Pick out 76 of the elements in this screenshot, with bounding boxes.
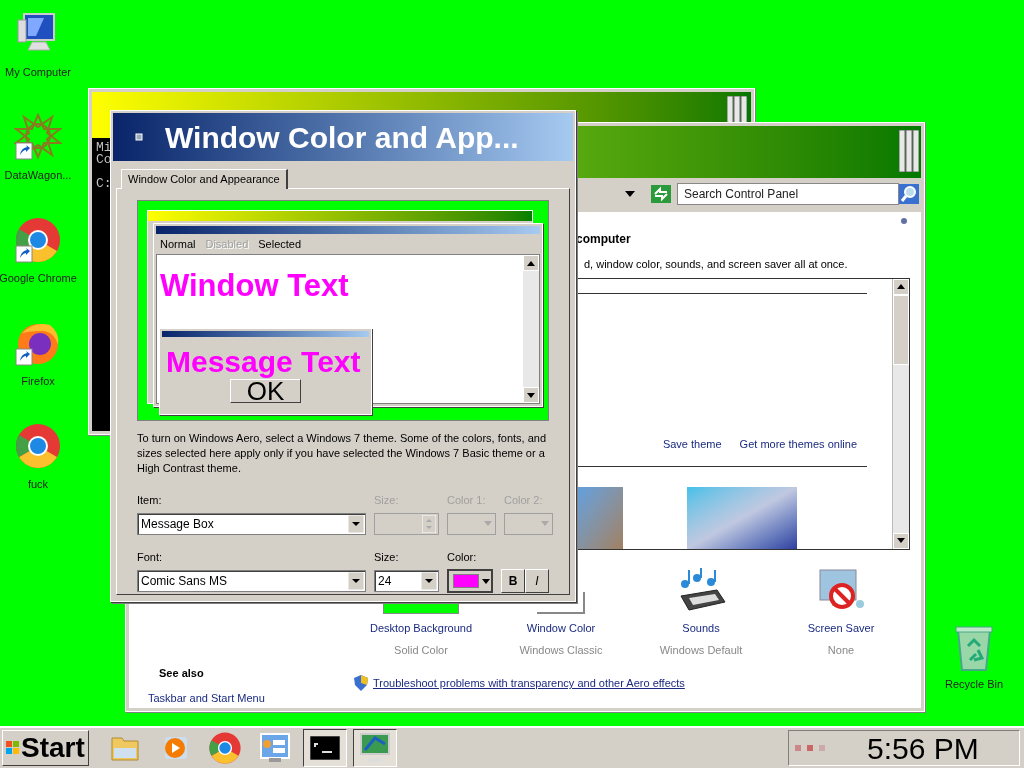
font-dropdown[interactable]: Comic Sans MS xyxy=(137,570,366,592)
page-description: d, window color, sounds, and screen saver all at once. xyxy=(584,257,849,272)
dropdown-arrow-icon[interactable] xyxy=(348,572,364,590)
field-label: Item: xyxy=(137,493,163,508)
setting-link[interactable]: Window Color xyxy=(526,620,596,637)
scroll-up-icon[interactable] xyxy=(527,260,535,266)
desktop-icon-label[interactable]: fuck xyxy=(27,476,49,493)
message-text-sample: Message Text xyxy=(166,345,361,379)
chrome-icon xyxy=(14,422,62,470)
field-label: Size: xyxy=(374,549,400,565)
shield-icon xyxy=(354,675,368,692)
search-field[interactable]: Search Control Panel xyxy=(677,183,899,205)
taskbar-button[interactable] xyxy=(302,729,347,767)
scrollbar[interactable] xyxy=(892,278,909,549)
control-panel-icon xyxy=(258,732,291,764)
item-dropdown[interactable]: Message Box xyxy=(137,512,366,535)
taskbar-button[interactable] xyxy=(352,729,397,767)
window-controls-icon[interactable] xyxy=(899,130,919,172)
desktop-icon-label[interactable]: Recycle Bin xyxy=(944,676,1004,693)
setting-link[interactable]: Desktop Background xyxy=(369,620,473,637)
monitor-icon xyxy=(358,732,391,764)
window-text-sample: Window Text xyxy=(160,268,349,303)
see-also-heading: See also xyxy=(158,666,205,681)
theme-link[interactable]: Save theme xyxy=(662,436,722,453)
chrome-icon xyxy=(207,731,242,765)
bold-button[interactable]: B xyxy=(501,569,525,593)
tab[interactable]: Window Color and Appearance xyxy=(121,169,288,189)
console-line: C: xyxy=(96,178,112,190)
italic-button[interactable]: I xyxy=(525,569,549,593)
star-pattern-shortcut-icon xyxy=(14,113,62,161)
desktop-icon-label[interactable]: Firefox xyxy=(21,373,55,390)
font-size-dropdown[interactable]: 24 xyxy=(374,570,439,592)
ok-button[interactable]: OK xyxy=(230,379,301,403)
windows-logo-icon xyxy=(6,741,20,755)
console-line: Mi xyxy=(96,142,112,154)
setting-value: Windows Default xyxy=(659,642,743,658)
color-picker-button[interactable] xyxy=(447,569,493,593)
troubleshoot-link[interactable]: Troubleshoot problems with transparency and other Aero effects xyxy=(373,675,685,692)
console-icon xyxy=(309,736,340,760)
setting-value: Solid Color xyxy=(394,642,448,658)
scroll-thumb[interactable] xyxy=(893,294,909,365)
desktop-icon-label[interactable]: Google Chrome xyxy=(0,270,77,287)
chrome-shortcut-icon xyxy=(14,216,62,264)
scroll-up-icon[interactable] xyxy=(897,284,905,289)
setting-link[interactable]: Screen Saver xyxy=(807,620,875,637)
recycle-bin-icon xyxy=(954,624,994,672)
field-label: Color: xyxy=(447,549,478,565)
setting-value: Windows Classic xyxy=(519,642,603,658)
scroll-down-icon[interactable] xyxy=(527,392,535,398)
dropdown-arrow-icon[interactable] xyxy=(348,514,364,533)
dialog-title: Window Color and App... xyxy=(165,119,519,156)
aero-info-text: To turn on Windows Aero, select a Windows 7 theme. Some of the colors, fonts, and sizes selected here apply only if you have selected the Windows 7 Basic theme or a High Contrast theme. xyxy=(137,431,548,476)
desktop-icon-label[interactable]: DataWagon... xyxy=(4,167,72,184)
dropdown-arrow-icon[interactable] xyxy=(482,578,490,584)
theme-thumbnail[interactable] xyxy=(577,486,623,549)
see-also-link[interactable]: Taskbar and Start Menu xyxy=(148,689,354,706)
dropdown-arrow-icon[interactable] xyxy=(421,572,437,590)
search-icon[interactable] xyxy=(899,184,919,204)
dropdown-arrow-icon[interactable] xyxy=(625,191,635,197)
setting-link[interactable]: Sounds xyxy=(682,620,720,637)
scrollbar[interactable] xyxy=(523,255,539,403)
clock[interactable]: 5:56 PM xyxy=(867,725,979,768)
page-heading: computer xyxy=(576,231,632,248)
theme-link[interactable]: Get more themes online xyxy=(739,436,857,453)
window-controls-icon[interactable] xyxy=(727,96,747,124)
menu-item[interactable]: Selected xyxy=(258,235,302,253)
desktop-icon-label[interactable]: My Computer xyxy=(5,64,71,81)
window-icon xyxy=(135,133,143,141)
field-label: Font: xyxy=(137,549,164,565)
scroll-down-icon[interactable] xyxy=(897,538,905,543)
theme-thumbnail[interactable] xyxy=(687,486,797,549)
setting-value: None xyxy=(827,642,855,658)
menu-item[interactable]: Normal xyxy=(160,235,196,253)
folder-icon xyxy=(109,734,140,762)
refresh-icon[interactable] xyxy=(651,185,671,203)
start-button[interactable]: Start xyxy=(2,730,89,766)
